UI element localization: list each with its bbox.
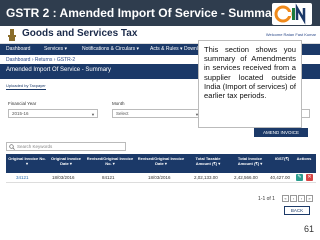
nav-dashboard[interactable]: Dashboard [6, 46, 30, 52]
nav-acts-rules[interactable]: Acts & Rules ▾ [150, 46, 183, 52]
amend-invoice-button[interactable]: AMEND INVOICE [254, 128, 308, 137]
last-page-icon[interactable]: » [306, 195, 313, 202]
panel-title: Amended Import Of Service - Summary [6, 67, 112, 73]
financial-year-value: 2015-16 [12, 111, 29, 116]
back-button[interactable]: BACK [284, 206, 310, 215]
gstn-logo [272, 3, 312, 25]
emblem-icon [8, 29, 16, 41]
delete-icon[interactable]: ✕ [306, 174, 313, 181]
financial-year-select[interactable]: 2015-16 ▼ [8, 109, 98, 118]
col-total-invoice[interactable]: Total Invoice Amount (₹) ▾ [230, 156, 270, 166]
tab-uploaded-by-taxpayer[interactable]: Uploaded by Taxpayer [6, 83, 46, 90]
col-original-invoice-no[interactable]: Original Invoice No. ▾ [8, 156, 46, 166]
col-igst: IGST(₹) [274, 156, 290, 161]
month-value: Select [116, 111, 129, 116]
callout-box: This section shows you summary of Amendm… [198, 40, 302, 128]
financial-year-label: Financial Year [8, 101, 37, 106]
breadcrumb[interactable]: Dashboard › Returns › GSTR-2 [6, 57, 75, 63]
portal-title: Goods and Services Tax [22, 28, 138, 39]
welcome-text: Welcome Ratan Fast Kumar [265, 32, 316, 37]
cell-total-invoice: 2,42,566.00 [234, 175, 258, 180]
col-actions: Actions [296, 156, 312, 161]
month-select[interactable]: Select ▼ [112, 109, 202, 118]
table-header: Original Invoice No. ▾ Original Invoice … [6, 154, 316, 173]
nav-services[interactable]: Services ▾ [44, 46, 67, 52]
col-revised-invoice-no[interactable]: Revised/Original Invoice No. ▾ [86, 156, 134, 166]
cell-revised-invoice-date: 18/03/2016 [148, 175, 171, 180]
cell-original-invoice-date: 18/03/2016 [52, 175, 75, 180]
prev-page-icon[interactable]: ‹ [290, 195, 297, 202]
chevron-down-icon: ▼ [91, 112, 95, 117]
pagination-summary: 1-1 of 1 [258, 196, 275, 202]
search-placeholder: Search Keywords [17, 144, 53, 149]
col-revised-invoice-date[interactable]: Revised/Original Invoice Date ▾ [136, 156, 186, 166]
cell-total-taxable: 2,02,133.00 [194, 175, 218, 180]
cell-original-invoice-no[interactable]: 34121 [16, 175, 29, 180]
month-label: Month [112, 101, 125, 106]
cell-igst: 40,427.00 [270, 175, 291, 180]
nav-notifications[interactable]: Notifications & Circulars ▾ [82, 46, 139, 52]
table-row: 34121 18/03/2016 84121 18/03/2016 2,02,1… [6, 173, 316, 183]
search-icon [9, 144, 15, 150]
col-original-invoice-date[interactable]: Original Invoice Date ▾ [48, 156, 84, 166]
edit-icon[interactable]: ✎ [296, 174, 303, 181]
first-page-icon[interactable]: « [282, 195, 289, 202]
next-page-icon[interactable]: › [298, 195, 305, 202]
page-number: 61 [303, 224, 314, 234]
slide-title-text: GSTR 2 : Amended Import Of Service - Sum… [6, 6, 283, 20]
cell-revised-invoice-no: 84121 [102, 175, 115, 180]
search-input[interactable]: Search Keywords [6, 142, 126, 151]
col-total-taxable[interactable]: Total Taxable Amount (₹) ▾ [188, 156, 228, 166]
